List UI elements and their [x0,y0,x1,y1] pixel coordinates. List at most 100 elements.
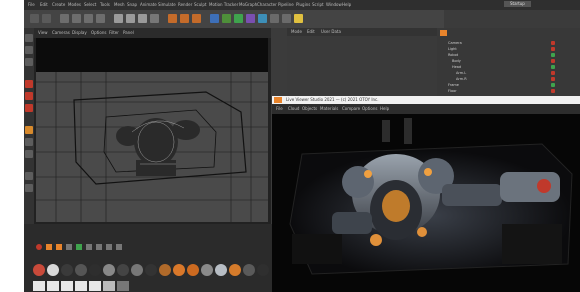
material-swatch[interactable] [33,281,45,291]
tweak-icon[interactable] [25,138,33,146]
visibility-dot-icon[interactable] [551,41,555,45]
floor-icon[interactable] [270,14,279,23]
material-swatch[interactable] [117,281,129,291]
material-swatch[interactable] [257,264,269,276]
visibility-dot-icon[interactable] [551,65,555,69]
viewport-menu-item[interactable]: Display [72,30,87,36]
menu-item[interactable]: Render [178,2,192,8]
render-menu-item[interactable]: Cloud [288,106,299,112]
material-swatch[interactable] [201,264,213,276]
points-mode-icon[interactable] [25,80,33,88]
material-swatch[interactable] [61,264,73,276]
material-swatch[interactable] [173,264,185,276]
undo-icon[interactable] [30,14,39,23]
material-swatch[interactable] [61,281,73,291]
menu-item[interactable]: Pipeline [278,2,294,8]
cloner-icon[interactable] [246,14,255,23]
menu-item[interactable]: File [28,2,35,8]
object-row[interactable]: Floor [448,88,457,94]
render-menu-item[interactable]: Options [362,106,377,112]
material-swatch[interactable] [103,281,115,291]
visibility-dot-icon[interactable] [551,71,555,75]
render-menu-item[interactable]: File [276,106,283,112]
menu-item[interactable]: Tools [100,2,110,8]
material-swatch[interactable] [215,264,227,276]
menu-item[interactable]: Sculpt [194,2,207,8]
render-settings-icon[interactable] [192,14,201,23]
material-swatch[interactable] [75,264,87,276]
render-view-icon[interactable] [168,14,177,23]
menu-item[interactable]: Motion Tracker [209,2,238,8]
viewport-menu-item[interactable]: Panel [123,30,134,36]
menu-item[interactable]: Mesh [114,2,125,8]
visibility-dot-icon[interactable] [551,59,555,63]
workplane-icon[interactable] [25,172,33,180]
play-icon[interactable] [66,244,72,250]
visibility-dot-icon[interactable] [551,47,555,51]
x-axis-icon[interactable] [114,14,123,23]
attributes-tab[interactable]: Edit [307,29,315,35]
material-swatch[interactable] [145,264,157,276]
subdivision-icon[interactable] [234,14,243,23]
autokey-icon[interactable] [56,244,62,250]
material-swatch[interactable] [103,264,115,276]
tool-icon[interactable] [116,244,122,250]
key-icon[interactable] [46,244,52,250]
attributes-tab[interactable]: User Data [321,29,341,35]
redo-icon[interactable] [42,14,51,23]
material-swatch[interactable] [243,264,255,276]
visibility-dot-icon[interactable] [551,53,555,57]
texture-mode-icon[interactable] [25,58,33,66]
pen-icon[interactable] [222,14,231,23]
deformer-icon[interactable] [258,14,267,23]
green-tool-icon[interactable] [76,244,82,250]
render-menu-item[interactable]: Objects [302,106,317,112]
material-swatch[interactable] [89,264,101,276]
menu-item[interactable]: Animate [140,2,157,8]
menu-item[interactable]: Plugins [296,2,310,8]
material-swatch[interactable] [187,264,199,276]
live-select-icon[interactable] [60,14,69,23]
model-mode-icon[interactable] [25,46,33,54]
viewport-menu-item[interactable]: Filter [109,30,119,36]
menu-item[interactable]: Character [257,2,277,8]
material-swatch[interactable] [131,264,143,276]
tool-icon[interactable] [106,244,112,250]
render-menu-item[interactable]: Compare [342,106,360,112]
tool-icon[interactable] [86,244,92,250]
material-swatch[interactable] [75,281,87,291]
y-axis-icon[interactable] [126,14,135,23]
make-editable-icon[interactable] [25,34,33,42]
attributes-tab[interactable]: Mode [291,29,302,35]
snap-icon[interactable] [25,150,33,158]
move-icon[interactable] [72,14,81,23]
render-menu-item[interactable]: Help [380,106,389,112]
edges-mode-icon[interactable] [25,92,33,100]
visibility-dot-icon[interactable] [551,83,555,87]
material-swatch[interactable] [117,264,129,276]
viewport-menu-item[interactable]: View [38,30,48,36]
material-swatch[interactable] [47,281,59,291]
menu-item[interactable]: Modes [68,2,81,8]
menu-item[interactable]: Simulate [158,2,176,8]
material-swatch[interactable] [89,281,101,291]
viewport-menu-item[interactable]: Options [91,30,106,36]
menu-item[interactable]: Select [84,2,96,8]
material-swatch[interactable] [33,264,45,276]
cube-icon[interactable] [210,14,219,23]
viewport-menu-item[interactable]: Cameras [52,30,70,36]
light-icon[interactable] [294,14,303,23]
menu-item[interactable]: MoGraph [239,2,257,8]
menu-item[interactable]: Window [326,2,342,8]
camera-icon[interactable] [282,14,291,23]
menu-item[interactable]: Help [342,2,351,8]
render-menu-item[interactable]: Materials [320,106,338,112]
visibility-dot-icon[interactable] [551,77,555,81]
rotate-icon[interactable] [96,14,105,23]
menu-item[interactable]: Create [52,2,65,8]
coordinate-system-icon[interactable] [150,14,159,23]
record-icon[interactable] [36,244,42,250]
material-swatch[interactable] [47,264,59,276]
locked-workplane-icon[interactable] [25,184,33,192]
enable-axis-icon[interactable] [25,126,33,134]
